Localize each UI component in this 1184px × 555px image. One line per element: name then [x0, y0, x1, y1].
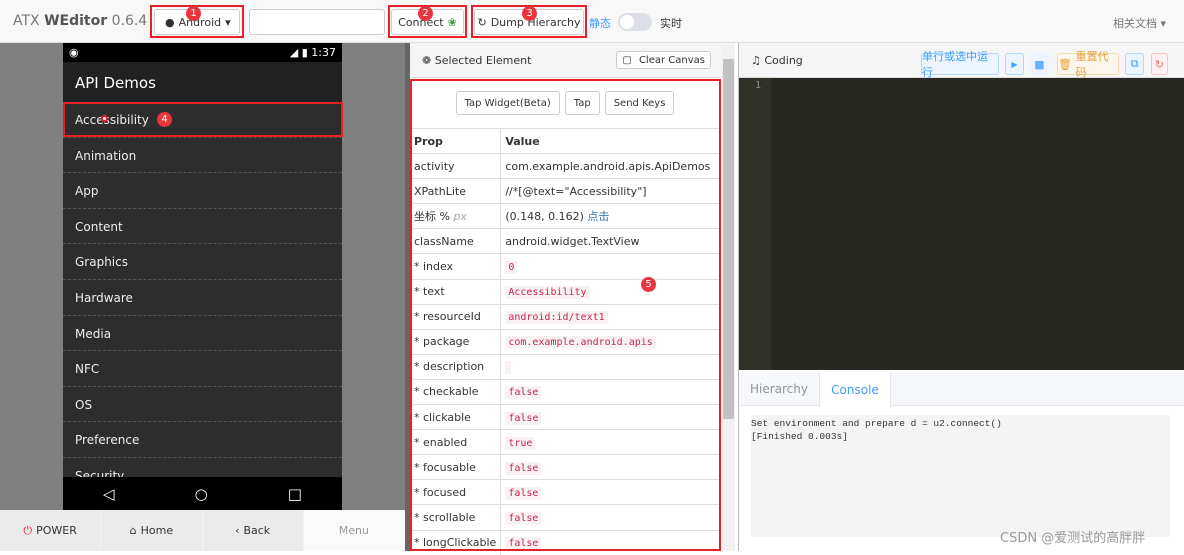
console-output: Set environment and prepare d = u2.conne…	[751, 415, 1170, 537]
device-address-input[interactable]	[249, 9, 385, 35]
trash-icon: 🗑	[1058, 57, 1072, 71]
live-toggle[interactable]	[618, 13, 652, 31]
run-line-button[interactable]: 单行或选中运行	[921, 50, 999, 79]
watermark: CSDN @爱测试的高胖胖	[1000, 531, 1146, 546]
back-icon[interactable]: ◁	[103, 485, 115, 503]
app-title: API Demos	[63, 62, 342, 102]
reset-code-button[interactable]: 🗑 重置代码	[1057, 50, 1119, 79]
annotation-badge: 5	[641, 277, 656, 292]
restart-icon[interactable]: ↻	[1151, 53, 1168, 75]
static-label: 静态	[589, 17, 611, 30]
tab-console[interactable]: Console	[819, 372, 891, 407]
home-button[interactable]: ⌂ Home	[101, 510, 203, 551]
signal-icon: ◢ ▮	[289, 46, 308, 59]
target-icon: ❁	[422, 53, 432, 67]
line-gutter: 1	[739, 78, 771, 370]
power-button[interactable]: ⏻ POWER	[0, 510, 102, 551]
list-item[interactable]: Preference	[63, 422, 342, 458]
power-icon: ⏻	[23, 523, 33, 537]
annotation-badge: 1	[186, 6, 201, 21]
list-item[interactable]: App	[63, 173, 342, 209]
copy-icon[interactable]: ⧉	[1125, 53, 1144, 75]
bottom-tabs: Hierarchy Console	[739, 372, 1184, 407]
annotation-box-5	[410, 79, 721, 551]
status-bar: ◉ ◢ ▮ 1:37	[63, 43, 342, 62]
live-label: 实时	[660, 17, 682, 30]
list-item[interactable]: OS	[63, 386, 342, 423]
nav-bar: ◁ ○ □	[63, 477, 342, 510]
play-icon[interactable]: ▶	[1005, 53, 1024, 75]
home-icon[interactable]: ○	[195, 485, 208, 503]
annotation-badge: 2	[418, 6, 433, 21]
scrollbar[interactable]	[722, 45, 735, 551]
chevron-left-icon: ‹	[235, 524, 240, 537]
home-icon: ⌂	[129, 524, 137, 537]
device-buttons: ⏻ POWER ⌂ Home ‹ Back Menu	[0, 510, 405, 551]
clear-canvas-button[interactable]: ▢ Clear Canvas	[616, 51, 711, 69]
music-icon: ♫	[751, 53, 761, 67]
list-item[interactable]: Media	[63, 315, 342, 352]
list-item[interactable]: Content	[63, 208, 342, 245]
list-item[interactable]: Graphics	[63, 244, 342, 280]
docs-menu[interactable]: 相关文档 ▾	[1113, 15, 1166, 31]
tab-hierarchy[interactable]: Hierarchy	[739, 372, 819, 406]
tap-point-marker	[101, 115, 108, 122]
list-item[interactable]: NFC	[63, 351, 342, 387]
annotation-badge: 4	[157, 112, 172, 127]
back-button[interactable]: ‹ Back	[202, 510, 304, 551]
panel-header: ❁ Selected Element ▢ Clear Canvas	[410, 43, 735, 78]
list-item[interactable]: Animation	[63, 137, 342, 174]
recents-icon[interactable]: □	[288, 485, 302, 503]
stop-icon[interactable]: ■	[1030, 53, 1049, 75]
list-item[interactable]: Hardware	[63, 279, 342, 316]
annotation-badge: 3	[522, 6, 537, 21]
app-brand: ATX WEditor 0.6.4	[13, 13, 148, 29]
code-editor[interactable]	[739, 78, 1184, 370]
android-icon: ◉	[69, 46, 79, 59]
menu-button[interactable]: Menu	[303, 510, 405, 551]
